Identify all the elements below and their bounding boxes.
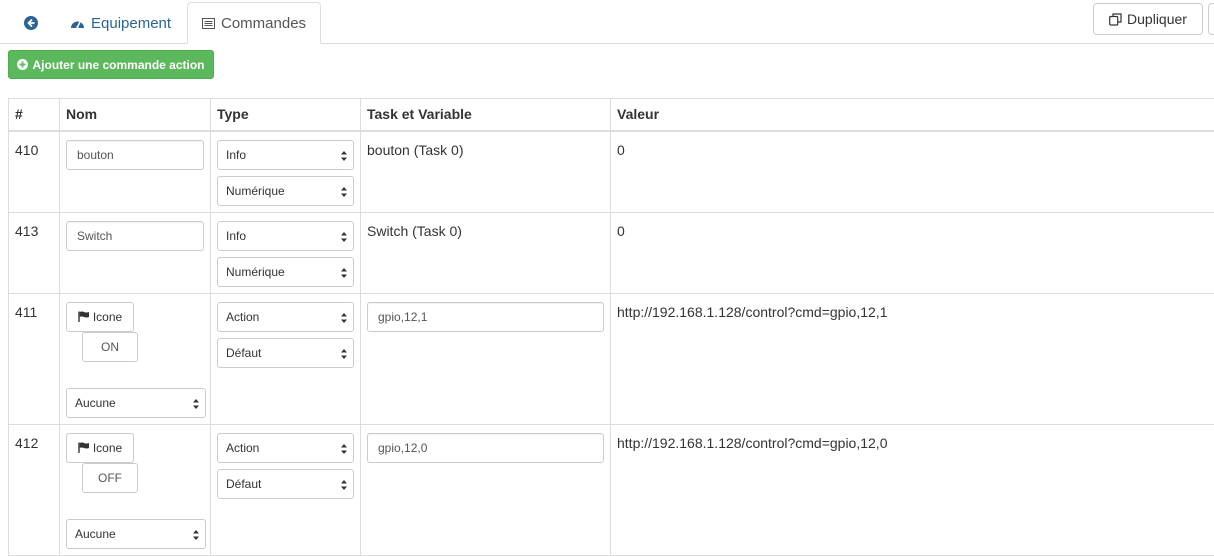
- type-value: Action: [226, 310, 259, 324]
- flag-icon: [78, 442, 90, 453]
- task-variable: Switch (Task 0): [367, 223, 604, 239]
- dashboard-icon: [70, 17, 85, 29]
- name-input[interactable]: ON: [82, 332, 138, 362]
- extra-button-edge[interactable]: [1208, 3, 1214, 35]
- header-id: #: [9, 99, 60, 131]
- table-row: 413 Switch Info Numérique Switch (Task 0…: [9, 212, 1214, 293]
- table-header-row: # Nom Type Task et Variable Valeur: [9, 99, 1214, 131]
- display-value: Aucune: [75, 527, 116, 541]
- select-arrows-icon: [341, 231, 347, 243]
- select-arrows-icon: [341, 443, 347, 455]
- type-value: Info: [226, 148, 246, 162]
- name-input[interactable]: Switch: [66, 221, 204, 251]
- dupliquer-button[interactable]: Dupliquer: [1093, 3, 1203, 35]
- task-input[interactable]: gpio,12,0: [367, 433, 604, 463]
- subtype-select[interactable]: Numérique: [217, 176, 354, 206]
- subtype-value: Défaut: [226, 346, 261, 360]
- add-action-command-button[interactable]: Ajouter une commande action: [8, 50, 214, 79]
- tab-equipement[interactable]: Equipement: [56, 2, 185, 44]
- header-nom: Nom: [60, 99, 211, 131]
- copy-icon: [1109, 13, 1122, 26]
- subtype-select[interactable]: Défaut: [217, 338, 354, 368]
- table-row: 410 bouton Info Numérique bouton (Task 0…: [9, 131, 1214, 213]
- command-id: 411: [15, 304, 53, 320]
- value-text: 0: [617, 223, 1214, 239]
- dupliquer-label: Dupliquer: [1127, 11, 1187, 27]
- table-row: 411 Icone ON Aucune Action Défaut gpio,1…: [9, 293, 1214, 424]
- list-icon: [202, 18, 215, 29]
- name-input[interactable]: OFF: [82, 463, 138, 493]
- back-tab[interactable]: [10, 2, 58, 44]
- icon-picker-button[interactable]: Icone: [66, 302, 134, 332]
- type-value: Action: [226, 441, 259, 455]
- icon-picker-label: Icone: [93, 441, 122, 455]
- task-input[interactable]: gpio,12,1: [367, 302, 604, 332]
- subtype-select[interactable]: Numérique: [217, 257, 354, 287]
- select-arrows-icon: [341, 312, 347, 324]
- task-variable: bouton (Task 0): [367, 142, 604, 158]
- name-input[interactable]: bouton: [66, 140, 204, 170]
- header-valeur: Valeur: [611, 99, 1214, 131]
- select-arrows-icon: [341, 186, 347, 198]
- header-type: Type: [211, 99, 361, 131]
- command-id: 412: [15, 435, 53, 451]
- display-select[interactable]: Aucune: [66, 519, 206, 549]
- display-select[interactable]: Aucune: [66, 388, 206, 418]
- select-arrows-icon: [341, 267, 347, 279]
- tab-commandes-label: Commandes: [221, 15, 306, 32]
- type-value: Info: [226, 229, 246, 243]
- type-select[interactable]: Action: [217, 433, 354, 463]
- select-arrows-icon: [193, 398, 199, 410]
- select-arrows-icon: [341, 479, 347, 491]
- select-arrows-icon: [341, 150, 347, 162]
- subtype-select[interactable]: Défaut: [217, 469, 354, 499]
- add-action-command-label: Ajouter une commande action: [32, 58, 204, 72]
- subtype-value: Numérique: [226, 265, 285, 279]
- plus-circle-icon: [17, 59, 28, 70]
- tab-commandes[interactable]: Commandes: [187, 2, 321, 44]
- value-text: http://192.168.1.128/control?cmd=gpio,12…: [617, 304, 1214, 320]
- subtype-value: Défaut: [226, 477, 261, 491]
- select-arrows-icon: [193, 529, 199, 541]
- commands-table: # Nom Type Task et Variable Valeur 410 b…: [8, 98, 1214, 556]
- type-select[interactable]: Action: [217, 302, 354, 332]
- value-text: 0: [617, 142, 1214, 158]
- icon-picker-button[interactable]: Icone: [66, 433, 134, 463]
- flag-icon: [78, 311, 90, 322]
- select-arrows-icon: [341, 348, 347, 360]
- tab-bar: Equipement Commandes: [0, 0, 1214, 44]
- icon-picker-label: Icone: [93, 310, 122, 324]
- subtype-value: Numérique: [226, 184, 285, 198]
- header-task: Task et Variable: [361, 99, 611, 131]
- table-row: 412 Icone OFF Aucune Action Défaut gpio,…: [9, 424, 1214, 555]
- display-value: Aucune: [75, 396, 116, 410]
- back-circle-icon: [24, 16, 38, 30]
- value-text: http://192.168.1.128/control?cmd=gpio,12…: [617, 435, 1214, 451]
- command-id: 413: [15, 223, 53, 239]
- tab-equipement-label: Equipement: [91, 15, 171, 32]
- command-id: 410: [15, 142, 53, 158]
- type-select[interactable]: Info: [217, 140, 354, 170]
- type-select[interactable]: Info: [217, 221, 354, 251]
